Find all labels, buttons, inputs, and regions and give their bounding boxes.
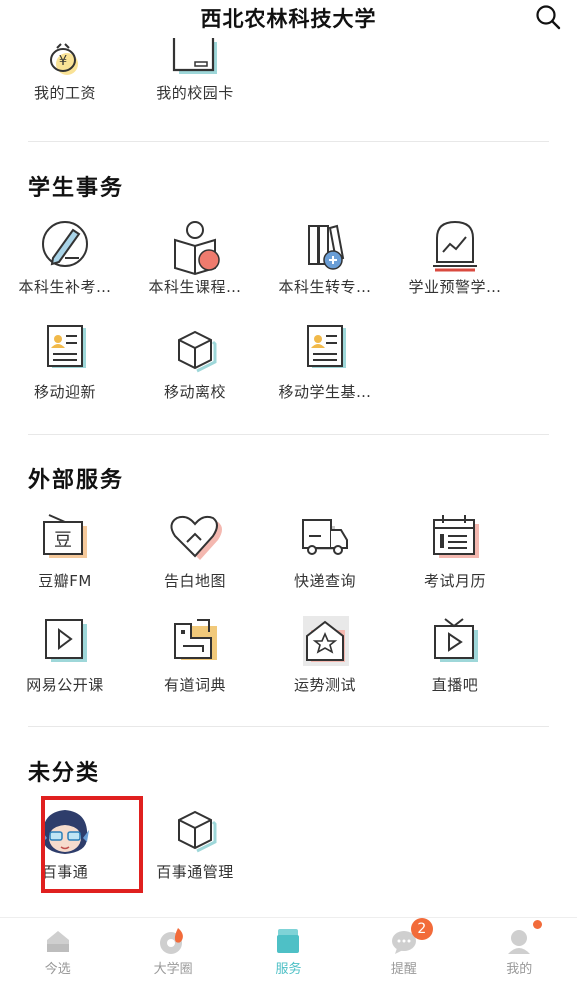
- service-student-info[interactable]: 移动学生基…: [260, 324, 390, 402]
- service-label: 豆瓣FM: [38, 572, 92, 590]
- service-confession-map[interactable]: 告白地图: [130, 512, 260, 591]
- wage-icon: ¥: [50, 43, 78, 75]
- service-row: 豆 豆瓣FM 告白地图 快递查询 考试月历: [0, 512, 577, 591]
- service-label: 本科生补考…: [18, 278, 112, 296]
- section-divider: [28, 141, 549, 142]
- service-exam-calendar[interactable]: 考试月历: [390, 512, 520, 591]
- bottom-tab-bar: 今选 大学圈 服务 2 提醒 我的: [0, 917, 577, 983]
- tab-label: 今选: [44, 962, 71, 977]
- service-campus-card[interactable]: 我的校园卡: [130, 38, 260, 103]
- user-icon: [508, 930, 531, 954]
- radio-icon: 豆: [43, 514, 87, 558]
- tab-services[interactable]: 服务: [231, 918, 346, 983]
- campus-card-icon: [172, 38, 217, 74]
- service-youdao-dictionary[interactable]: 有道词典: [130, 616, 260, 695]
- profile-card-icon: [47, 325, 86, 368]
- books-transfer-icon: [308, 224, 345, 270]
- tab-reminders[interactable]: 2 提醒: [346, 918, 461, 983]
- service-leave-school[interactable]: 移动离校: [130, 324, 260, 402]
- service-label: 有道词典: [163, 676, 226, 694]
- service-label: 本科生课程…: [148, 278, 242, 296]
- service-row: 移动迎新 移动离校 移动学生基…: [0, 324, 577, 402]
- home-icon: [46, 931, 69, 952]
- service-row: 网易公开课 有道词典 运势测试 直播吧: [0, 616, 577, 695]
- service-zhiboba[interactable]: 直播吧: [390, 616, 520, 695]
- tv-icon: [434, 618, 478, 662]
- top-row: ¥ 我的工资 我的校园卡: [0, 38, 577, 103]
- service-label: 快递查询: [293, 572, 356, 590]
- service-label: 我的工资: [33, 84, 96, 102]
- service-academic-warning[interactable]: 学业预警学…: [390, 218, 520, 297]
- svg-text:豆: 豆: [54, 530, 72, 551]
- service-netease-open-course[interactable]: 网易公开课: [0, 616, 130, 695]
- video-icon: [45, 619, 87, 662]
- fire-circle-icon: [160, 928, 183, 954]
- warning-chart-icon: [433, 220, 477, 272]
- service-welcome[interactable]: 移动迎新: [0, 324, 130, 402]
- service-douban-fm[interactable]: 豆 豆瓣FM: [0, 512, 130, 591]
- service-course[interactable]: 本科生课程…: [130, 218, 260, 297]
- tab-label: 大学圈: [153, 962, 193, 977]
- tab-jinxuan[interactable]: 今选: [0, 918, 115, 983]
- service-label: 我的校园卡: [156, 84, 234, 102]
- service-my-wage[interactable]: ¥ 我的工资: [0, 38, 130, 103]
- truck-icon: [302, 519, 348, 555]
- dictionary-icon: [174, 619, 217, 660]
- svg-text:¥: ¥: [59, 54, 67, 69]
- service-label: 移动迎新: [33, 383, 96, 401]
- service-label: 移动离校: [163, 383, 226, 401]
- service-label: 运势测试: [293, 676, 356, 694]
- notification-badge: 2: [410, 918, 433, 940]
- service-transfer-major[interactable]: 本科生转专…: [260, 218, 390, 297]
- section-divider: [28, 434, 549, 435]
- tab-label: 我的: [506, 962, 533, 977]
- search-icon[interactable]: [535, 4, 561, 30]
- box-icon: [178, 810, 217, 853]
- service-row: 本科生补考… 本科生课程… 本科生转专… 学业预警学…: [0, 218, 577, 297]
- section-title: 外部服务: [28, 468, 125, 493]
- services-icon: [277, 929, 300, 953]
- service-label: 本科生转专…: [278, 278, 372, 296]
- service-label: 网易公开课: [26, 676, 104, 694]
- highlight-box: [41, 796, 143, 893]
- service-fortune-test[interactable]: 运势测试: [260, 616, 390, 695]
- section-title: 学生事务: [28, 176, 125, 201]
- section-divider: [28, 726, 549, 727]
- service-label: 考试月历: [423, 572, 486, 590]
- section-title: 未分类: [28, 761, 101, 786]
- star-house-icon: [303, 616, 349, 666]
- box-icon: [178, 330, 217, 373]
- profile-card-icon: [307, 325, 346, 368]
- service-label: 学业预警学…: [408, 278, 502, 296]
- tab-daxuequan[interactable]: 大学圈: [115, 918, 230, 983]
- service-makeup-exam[interactable]: 本科生补考…: [0, 218, 130, 297]
- service-baishitong-admin[interactable]: 百事通管理: [130, 804, 260, 882]
- calendar-icon: [433, 515, 479, 558]
- app-header: 西北农林科技大学: [0, 0, 577, 36]
- tab-label: 提醒: [390, 962, 417, 977]
- service-label: 告白地图: [163, 572, 226, 590]
- service-label: 直播吧: [431, 676, 479, 694]
- notification-dot: [533, 920, 543, 929]
- reading-icon: [174, 221, 220, 276]
- page-title: 西北农林科技大学: [200, 7, 377, 31]
- tab-mine[interactable]: 我的: [462, 918, 577, 983]
- service-label: 百事通管理: [156, 863, 234, 881]
- heart-icon: [170, 515, 222, 560]
- pencil-icon: [42, 221, 88, 267]
- service-label: 移动学生基…: [278, 383, 372, 401]
- service-express-query[interactable]: 快递查询: [260, 512, 390, 591]
- tab-label: 服务: [275, 962, 302, 977]
